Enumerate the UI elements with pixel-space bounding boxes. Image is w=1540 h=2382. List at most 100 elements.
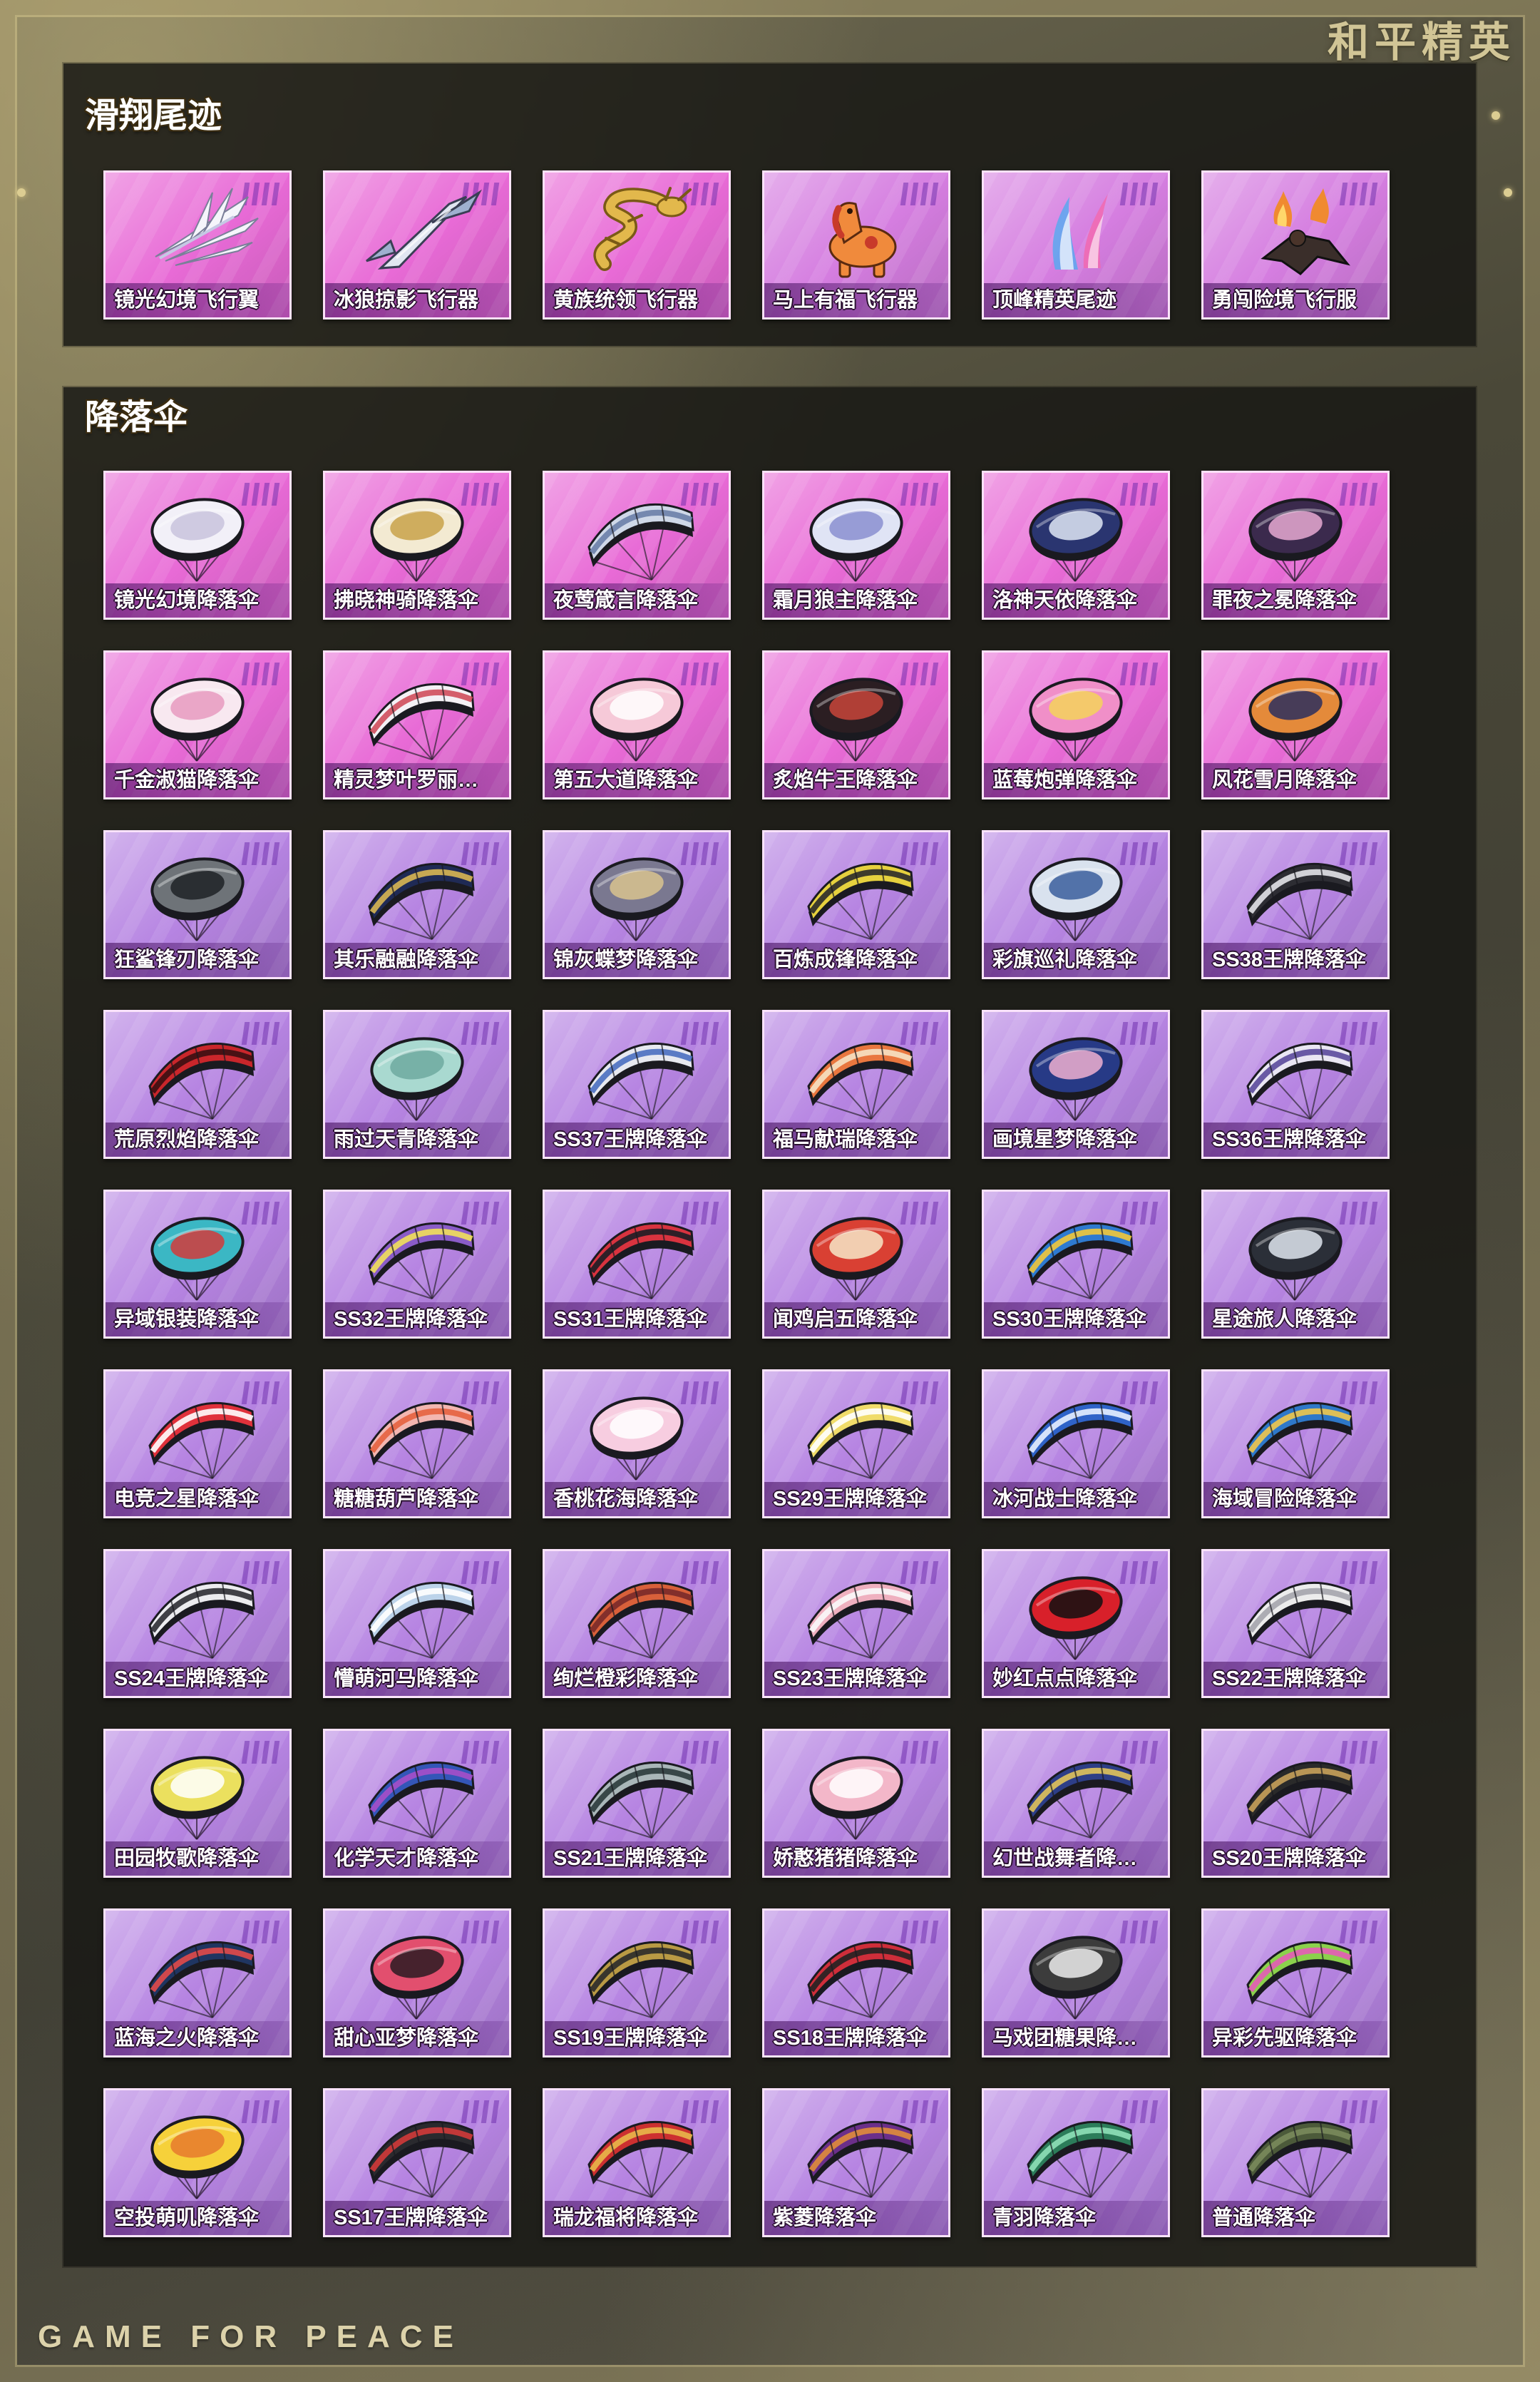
wing-parachute-icon bbox=[148, 1401, 255, 1479]
parachute-card[interactable]: 异彩先驱降落伞 bbox=[1201, 1908, 1390, 2058]
parachute-card[interactable]: SS18王牌降落伞 bbox=[762, 1908, 950, 2058]
parachute-card[interactable]: 彩旗巡礼降落伞 bbox=[982, 830, 1170, 979]
parachute-card[interactable]: 电竞之星降落伞 bbox=[103, 1369, 292, 1518]
item-name: SS38王牌降落伞 bbox=[1203, 943, 1387, 977]
wing-parachute-icon bbox=[1246, 1042, 1353, 1120]
parachute-card[interactable]: 懵萌河马降落伞 bbox=[323, 1549, 511, 1698]
round-parachute-icon bbox=[809, 1217, 903, 1301]
wing-icon bbox=[155, 188, 259, 266]
item-name: SS23王牌降落伞 bbox=[764, 1662, 948, 1696]
parachute-card[interactable]: 蓝海之火降落伞 bbox=[103, 1908, 292, 2058]
parachute-card[interactable]: 百炼成锋降落伞 bbox=[762, 830, 950, 979]
horse-icon bbox=[828, 202, 897, 278]
round-parachute-icon bbox=[1029, 498, 1123, 582]
item-name: 空投萌叽降落伞 bbox=[106, 2201, 289, 2235]
glide-trails-grid: 镜光幻境飞行翼 冰狼掠影飞行器 黄族统领飞行器 马上有福飞行器 顶峰精英尾迹 勇… bbox=[103, 170, 1390, 320]
parachute-card[interactable]: 空投萌叽降落伞 bbox=[103, 2088, 292, 2237]
parachute-card[interactable]: 绚烂橙彩降落伞 bbox=[543, 1549, 731, 1698]
wing-parachute-icon bbox=[1246, 2120, 1353, 2198]
parachute-card[interactable]: SS21王牌降落伞 bbox=[543, 1729, 731, 1878]
item-name: 绚烂橙彩降落伞 bbox=[545, 1662, 729, 1696]
section-title: 降落伞 bbox=[85, 399, 188, 436]
parachute-card[interactable]: SS19王牌降落伞 bbox=[543, 1908, 731, 2058]
trail-card[interactable]: 顶峰精英尾迹 bbox=[982, 170, 1170, 320]
item-name: SS32王牌降落伞 bbox=[325, 1302, 509, 1336]
item-name: 狂鲨锋刃降落伞 bbox=[106, 943, 289, 977]
parachute-card[interactable]: 霜月狼主降落伞 bbox=[762, 471, 950, 620]
parachute-card[interactable]: 甜心亚梦降落伞 bbox=[323, 1908, 511, 2058]
parachute-card[interactable]: 福马献瑞降落伞 bbox=[762, 1010, 950, 1159]
parachute-card[interactable]: 第五大道降落伞 bbox=[543, 650, 731, 799]
parachute-card[interactable]: 紫菱降落伞 bbox=[762, 2088, 950, 2237]
wing-parachute-icon bbox=[807, 1941, 914, 2018]
parachute-card[interactable]: 荒原烈焰降落伞 bbox=[103, 1010, 292, 1159]
parachute-card[interactable]: 幻世战舞者降… bbox=[982, 1729, 1170, 1878]
trail-card[interactable]: 马上有福飞行器 bbox=[762, 170, 950, 320]
parachute-card[interactable]: 青羽降落伞 bbox=[982, 2088, 1170, 2237]
parachute-card[interactable]: 妙红点点降落伞 bbox=[982, 1549, 1170, 1698]
item-name: 拂晓神骑降落伞 bbox=[325, 583, 509, 618]
parachute-card[interactable]: 千金淑猫降落伞 bbox=[103, 650, 292, 799]
parachute-card[interactable]: 田园牧歌降落伞 bbox=[103, 1729, 292, 1878]
parachute-card[interactable]: 镜光幻境降落伞 bbox=[103, 471, 292, 620]
parachute-card[interactable]: 风花雪月降落伞 bbox=[1201, 650, 1390, 799]
parachute-card[interactable]: 画境星梦降落伞 bbox=[982, 1010, 1170, 1159]
parachute-card[interactable]: 化学天才降落伞 bbox=[323, 1729, 511, 1878]
parachute-card[interactable]: 狂鲨锋刃降落伞 bbox=[103, 830, 292, 979]
wing-parachute-icon bbox=[587, 1581, 694, 1659]
parachute-card[interactable]: 冰河战士降落伞 bbox=[982, 1369, 1170, 1518]
parachute-card[interactable]: SS20王牌降落伞 bbox=[1201, 1729, 1390, 1878]
parachute-card[interactable]: 精灵梦叶罗丽… bbox=[323, 650, 511, 799]
parachute-card[interactable]: SS32王牌降落伞 bbox=[323, 1190, 511, 1339]
item-name: 青羽降落伞 bbox=[984, 2201, 1168, 2235]
parachute-card[interactable]: 其乐融融降落伞 bbox=[323, 830, 511, 979]
trail-card[interactable]: 镜光幻境飞行翼 bbox=[103, 170, 292, 320]
trail-card[interactable]: 勇闯险境飞行服 bbox=[1201, 170, 1390, 320]
wing-parachute-icon bbox=[807, 1581, 914, 1659]
round-parachute-icon bbox=[370, 498, 464, 582]
round-parachute-icon bbox=[150, 1756, 245, 1840]
parachute-card[interactable]: 糖糖葫芦降落伞 bbox=[323, 1369, 511, 1518]
item-name: 蓝海之火降落伞 bbox=[106, 2021, 289, 2055]
parachute-card[interactable]: 海域冒险降落伞 bbox=[1201, 1369, 1390, 1518]
item-name: 幻世战舞者降… bbox=[984, 1841, 1168, 1876]
parachute-card[interactable]: 普通降落伞 bbox=[1201, 2088, 1390, 2237]
parachute-card[interactable]: SS24王牌降落伞 bbox=[103, 1549, 292, 1698]
wing-parachute-icon bbox=[368, 2120, 475, 2198]
parachute-card[interactable]: SS37王牌降落伞 bbox=[543, 1010, 731, 1159]
item-name: 异彩先驱降落伞 bbox=[1203, 2021, 1387, 2055]
parachute-card[interactable]: 锦灰蝶梦降落伞 bbox=[543, 830, 731, 979]
wing-parachute-icon bbox=[587, 1042, 694, 1120]
trail-card[interactable]: 黄族统领飞行器 bbox=[543, 170, 731, 320]
parachute-card[interactable]: SS23王牌降落伞 bbox=[762, 1549, 950, 1698]
parachute-card[interactable]: 娇憨猪猪降落伞 bbox=[762, 1729, 950, 1878]
round-parachute-icon bbox=[809, 1756, 903, 1840]
item-name: 妙红点点降落伞 bbox=[984, 1662, 1168, 1696]
item-name: 彩旗巡礼降落伞 bbox=[984, 943, 1168, 977]
wing-parachute-icon bbox=[1246, 1401, 1353, 1479]
parachute-card[interactable]: SS22王牌降落伞 bbox=[1201, 1549, 1390, 1698]
footer-slogan: GAME FOR PEACE bbox=[38, 2319, 463, 2354]
parachute-card[interactable]: 洛神天依降落伞 bbox=[982, 471, 1170, 620]
parachute-card[interactable]: SS36王牌降落伞 bbox=[1201, 1010, 1390, 1159]
parachute-card[interactable]: 蓝莓炮弹降落伞 bbox=[982, 650, 1170, 799]
parachute-card[interactable]: 瑞龙福将降落伞 bbox=[543, 2088, 731, 2237]
parachute-card[interactable]: 香桃花海降落伞 bbox=[543, 1369, 731, 1518]
parachute-card[interactable]: 异域银装降落伞 bbox=[103, 1190, 292, 1339]
parachute-card[interactable]: SS31王牌降落伞 bbox=[543, 1190, 731, 1339]
parachute-card[interactable]: 闻鸡启五降落伞 bbox=[762, 1190, 950, 1339]
parachute-card[interactable]: 夜莺箴言降落伞 bbox=[543, 471, 731, 620]
parachute-card[interactable]: SS30王牌降落伞 bbox=[982, 1190, 1170, 1339]
parachute-card[interactable]: 罪夜之冕降落伞 bbox=[1201, 471, 1390, 620]
parachute-card[interactable]: SS17王牌降落伞 bbox=[323, 2088, 511, 2237]
wing-parachute-icon bbox=[1246, 862, 1353, 940]
parachute-card[interactable]: 星途旅人降落伞 bbox=[1201, 1190, 1390, 1339]
parachute-card[interactable]: 炙焰牛王降落伞 bbox=[762, 650, 950, 799]
parachute-card[interactable]: 马戏团糖果降… bbox=[982, 1908, 1170, 2058]
trail-card[interactable]: 冰狼掠影飞行器 bbox=[323, 170, 511, 320]
parachute-card[interactable]: SS38王牌降落伞 bbox=[1201, 830, 1390, 979]
parachute-card[interactable]: 拂晓神骑降落伞 bbox=[323, 471, 511, 620]
parachute-card[interactable]: 雨过天青降落伞 bbox=[323, 1010, 511, 1159]
parachute-card[interactable]: SS29王牌降落伞 bbox=[762, 1369, 950, 1518]
wing-parachute-icon bbox=[368, 1581, 475, 1659]
